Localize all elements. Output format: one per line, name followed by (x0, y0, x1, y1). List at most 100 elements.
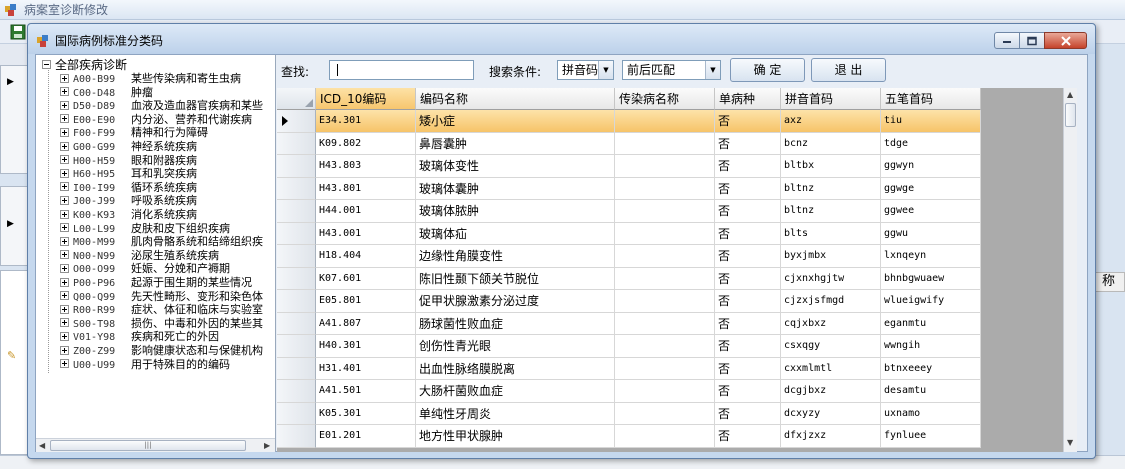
table-cell-py[interactable]: bltnz (781, 177, 881, 200)
table-cell-single[interactable]: 否 (715, 312, 781, 335)
tree-node[interactable]: D50-D89 血液及造血器官疾病和某些 (60, 99, 263, 113)
table-cell-wb[interactable]: eganmtu (881, 312, 981, 335)
table-cell-wb[interactable]: ggwee (881, 200, 981, 223)
table-cell-infect[interactable] (615, 245, 715, 268)
tree-node[interactable]: F00-F99 精神和行为障碍 (60, 126, 208, 140)
table-cell-single[interactable]: 否 (715, 155, 781, 178)
row-header[interactable] (277, 312, 316, 335)
table-row[interactable]: H18.404 边缘性角膜变性 否 byxjmbx lxnqeyn (277, 245, 981, 268)
table-row[interactable]: H44.001 玻璃体脓肿 否 bltnz ggwee (277, 200, 981, 223)
table-cell-wb[interactable]: fynluee (881, 425, 981, 448)
table-cell-infect[interactable] (615, 155, 715, 178)
table-cell-single[interactable]: 否 (715, 222, 781, 245)
table-cell-single[interactable]: 否 (715, 290, 781, 313)
table-cell-single[interactable]: 否 (715, 335, 781, 358)
table-row[interactable]: K07.601 陈旧性颞下颌关节脱位 否 cjxnxhgjtw bhnbgwuaew (277, 267, 981, 290)
table-cell-py[interactable]: dcxyzy (781, 402, 881, 425)
row-header[interactable] (277, 425, 316, 448)
tree-node[interactable]: C00-D48 肿瘤 (60, 86, 153, 100)
table-cell-single[interactable]: 否 (715, 200, 781, 223)
row-header[interactable] (277, 155, 316, 178)
icd-grid[interactable]: ICD_10编码 编码名称 传染病名称 单病种 拼音首码 五笔首码 E34.30… (277, 88, 1077, 452)
scroll-left-icon[interactable]: ◀ (39, 441, 45, 450)
table-cell-wb[interactable]: ggwyn (881, 155, 981, 178)
table-cell-py[interactable]: cjxnxhgjtw (781, 267, 881, 290)
expand-icon[interactable] (60, 318, 69, 328)
table-row[interactable]: K09.802 鼻唇囊肿 否 bcnz tdge (277, 132, 981, 155)
table-cell-wb[interactable]: desamtu (881, 380, 981, 403)
scroll-up-icon[interactable]: ▲ (1067, 90, 1073, 99)
table-row[interactable]: A41.501 大肠杆菌败血症 否 dcgjbxz desamtu (277, 380, 981, 403)
table-cell-wb[interactable]: bhnbgwuaew (881, 267, 981, 290)
tree-node[interactable]: K00-K93 消化系统疾病 (60, 208, 197, 222)
save-icon[interactable] (10, 24, 26, 40)
table-cell-py[interactable]: bcnz (781, 132, 881, 155)
table-cell-single[interactable]: 否 (715, 132, 781, 155)
table-cell-infect[interactable] (615, 312, 715, 335)
row-header[interactable] (277, 245, 316, 268)
tree-node[interactable]: O00-O99 妊娠、分娩和产褥期 (60, 262, 230, 276)
table-cell-py[interactable]: cqjxbxz (781, 312, 881, 335)
expand-icon[interactable] (60, 73, 69, 83)
table-row[interactable]: E34.301 矮小症 否 axz tiu (277, 110, 981, 133)
table-cell-name[interactable]: 玻璃体疝 (416, 222, 615, 245)
expand-icon[interactable] (60, 277, 69, 287)
table-cell-code[interactable]: H40.301 (316, 335, 416, 358)
table-cell-infect[interactable] (615, 177, 715, 200)
row-header[interactable] (277, 357, 316, 380)
scroll-thumb[interactable]: ||| (50, 440, 246, 451)
expand-icon[interactable] (60, 114, 69, 124)
expand-icon[interactable] (60, 236, 69, 246)
tree-root[interactable]: 全部疾病诊断 (42, 58, 127, 72)
table-cell-py[interactable]: csxqgy (781, 335, 881, 358)
tree-node[interactable]: H00-H59 眼和附器疾病 (60, 154, 197, 168)
table-cell-infect[interactable] (615, 335, 715, 358)
table-cell-wb[interactable]: ggwu (881, 222, 981, 245)
table-cell-name[interactable]: 出血性脉络膜脱离 (416, 357, 615, 380)
table-cell-code[interactable]: K05.301 (316, 402, 416, 425)
table-cell-name[interactable]: 创伤性青光眼 (416, 335, 615, 358)
dialog-titlebar[interactable]: 国际病例标准分类码 (28, 24, 1095, 54)
table-row[interactable]: H43.001 玻璃体疝 否 blts ggwu (277, 222, 981, 245)
column-header[interactable]: 编码名称 (416, 88, 615, 110)
scroll-right-icon[interactable]: ▶ (264, 441, 270, 450)
table-cell-py[interactable]: blts (781, 222, 881, 245)
table-cell-name[interactable]: 陈旧性颞下颌关节脱位 (416, 267, 615, 290)
table-cell-py[interactable]: axz (781, 110, 881, 133)
expand-icon[interactable] (60, 263, 69, 273)
table-cell-code[interactable]: K07.601 (316, 267, 416, 290)
expand-icon[interactable] (60, 168, 69, 178)
tree-node[interactable]: J00-J99 呼吸系统疾病 (60, 194, 197, 208)
table-cell-infect[interactable] (615, 290, 715, 313)
tree-node[interactable]: A00-B99 某些传染病和寄生虫病 (60, 72, 241, 86)
table-cell-infect[interactable] (615, 425, 715, 448)
row-header[interactable] (277, 267, 316, 290)
row-header[interactable] (277, 402, 316, 425)
table-row[interactable]: A41.807 肠球菌性败血症 否 cqjxbxz eganmtu (277, 312, 981, 335)
tree-node[interactable]: P00-P96 起源于围生期的某些情况 (60, 276, 252, 290)
expand-icon[interactable] (60, 209, 69, 219)
tree-node[interactable]: V01-Y98 疾病和死亡的外因 (60, 330, 219, 344)
table-cell-name[interactable]: 鼻唇囊肿 (416, 132, 615, 155)
table-row[interactable]: K05.301 单纯性牙周炎 否 dcxyzy uxnamo (277, 402, 981, 425)
expand-icon[interactable] (60, 155, 69, 165)
table-cell-code[interactable]: K09.802 (316, 132, 416, 155)
table-cell-name[interactable]: 肠球菌性败血症 (416, 312, 615, 335)
maximize-button[interactable] (1019, 32, 1045, 49)
table-cell-py[interactable]: bltbx (781, 155, 881, 178)
disease-tree[interactable]: 全部疾病诊断 A00-B99 某些传染病和寄生虫病 C00-D48 肿瘤 D50-D89… (36, 55, 276, 452)
table-cell-wb[interactable]: wwngih (881, 335, 981, 358)
table-cell-single[interactable]: 否 (715, 245, 781, 268)
table-cell-code[interactable]: H43.801 (316, 177, 416, 200)
grid-vertical-scrollbar[interactable]: ▲ ▼ (1063, 88, 1077, 452)
tree-node[interactable]: R00-R99 症状、体征和临床与实验室 (60, 303, 263, 317)
table-cell-wb[interactable]: tiu (881, 110, 981, 133)
scroll-thumb[interactable] (1065, 103, 1076, 127)
tree-node[interactable]: G00-G99 神经系统疾病 (60, 140, 197, 154)
table-cell-py[interactable]: cxxmlmtl (781, 357, 881, 380)
tree-node[interactable]: M00-M99 肌肉骨骼系统和结缔组织疾 (60, 235, 263, 249)
expand-icon[interactable] (60, 291, 69, 301)
expand-icon[interactable] (60, 141, 69, 151)
chevron-down-icon[interactable]: ▼ (598, 61, 613, 79)
expand-icon[interactable] (60, 359, 69, 369)
